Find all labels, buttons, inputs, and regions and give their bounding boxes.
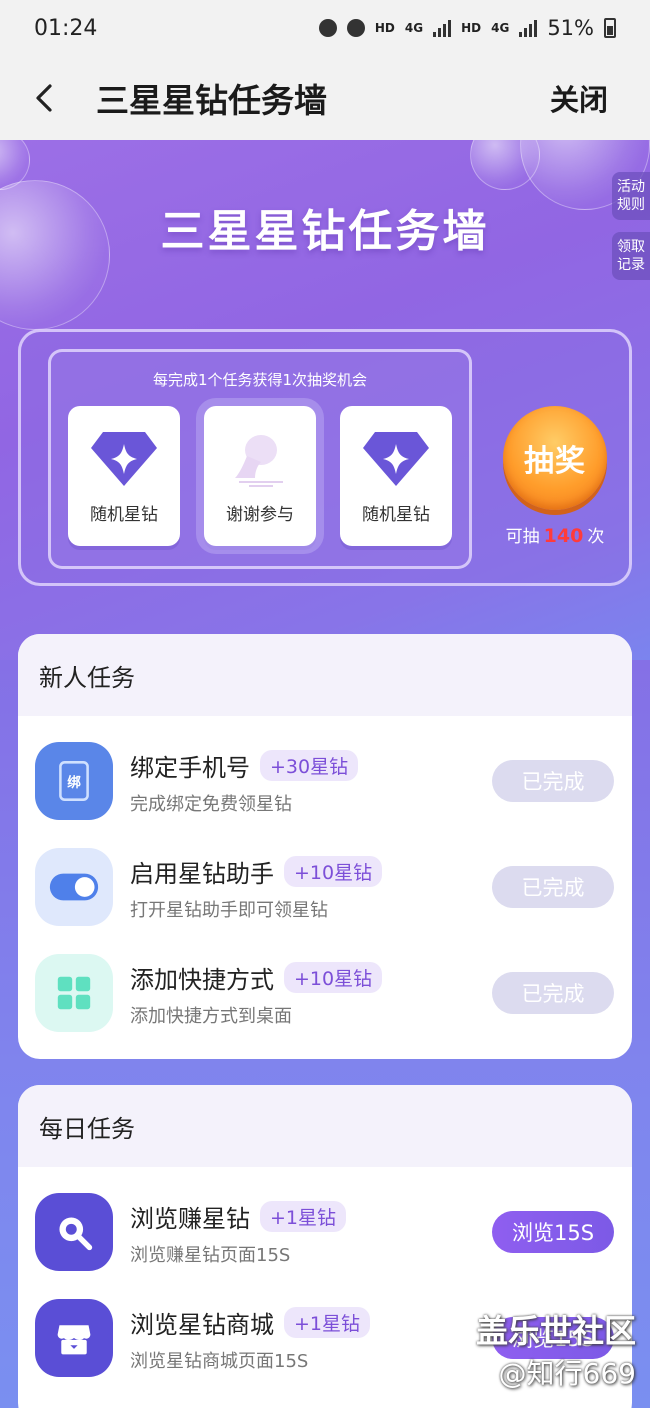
signal-icon (433, 19, 452, 37)
hero-title: 三星星钻任务墙 (160, 206, 490, 257)
net2-label: HD (461, 21, 482, 35)
watermark-line2: @知行669 (498, 1357, 636, 1390)
thanks-icon (235, 435, 283, 487)
reward-badge: +30星钻 (260, 750, 359, 781)
status-icons: HD 4G HD 4G 51% (318, 16, 616, 40)
prize-card: 随机星钻 (340, 406, 452, 546)
phone-bind-icon: 绑 (35, 742, 113, 820)
task-title-text: 浏览赚星钻 (130, 1205, 250, 1233)
reward-badge: +1星钻 (260, 1201, 347, 1232)
task-desc: 添加快捷方式到桌面 (130, 1006, 292, 1027)
task-desc: 打开星钻助手即可领星钻 (130, 900, 328, 921)
hero-banner: 三星星钻任务墙 活动 规则 领取 记录 每完成1个任务获得1次抽奖机会 随机星钻 (0, 140, 650, 660)
prize-label: 随机星钻 (362, 505, 430, 525)
task-title: 浏览星钻商城 +1星钻 (130, 1305, 371, 1340)
net2-type: 4G (491, 21, 510, 35)
draw-count-suffix: 次 (587, 527, 605, 547)
task-status-button[interactable]: 已完成 (492, 760, 614, 802)
battery-icon (604, 18, 616, 38)
task-browse-earn: 浏览赚星钻 +1星钻 浏览赚星钻页面15S 浏览15S (18, 1167, 632, 1273)
store-icon (35, 1299, 113, 1377)
task-title-text: 浏览星钻商城 (130, 1311, 274, 1339)
draw-count: 可抽 140 次 (491, 522, 619, 547)
signal-icon-2 (519, 19, 538, 37)
reward-badge: +1星钻 (284, 1307, 371, 1338)
lottery-panel: 每完成1个任务获得1次抽奖机会 随机星钻 谢谢参与 随机星钻 抽奖 可抽 140… (18, 329, 632, 586)
task-title: 绑定手机号 +30星钻 (130, 748, 359, 783)
task-enable-assistant: 启用星钻助手 +10星钻 打开星钻助手即可领星钻 已完成 (18, 822, 632, 928)
notification-icon (318, 19, 337, 37)
rules-tab-line1: 活动 (617, 179, 645, 195)
page-title: 三星星钻任务墙 (96, 81, 327, 120)
watermark-line1: 盖乐世社区 (475, 1312, 636, 1350)
toggle-icon (35, 848, 113, 926)
prize-card: 随机星钻 (68, 406, 180, 546)
records-tab-line2: 记录 (617, 257, 645, 273)
task-status-button[interactable]: 已完成 (492, 972, 614, 1014)
task-desc: 完成绑定免费领星钻 (130, 794, 292, 815)
rules-tab[interactable]: 活动 规则 (612, 172, 650, 220)
task-title-text: 绑定手机号 (130, 754, 250, 782)
alarm-icon (346, 19, 365, 37)
lottery-hint: 每完成1个任务获得1次抽奖机会 (152, 371, 368, 389)
status-time: 01:24 (34, 15, 98, 41)
draw-count-number: 140 (543, 525, 584, 547)
task-title: 添加快捷方式 +10星钻 (130, 960, 383, 995)
grid-icon (35, 954, 113, 1032)
records-tab-line1: 领取 (617, 239, 645, 255)
reward-badge: +10星钻 (284, 962, 383, 993)
records-tab[interactable]: 领取 记录 (612, 232, 650, 280)
browse-button[interactable]: 浏览15S (492, 1211, 614, 1253)
close-button[interactable]: 关闭 (550, 77, 608, 119)
diamond-icon (91, 432, 157, 486)
task-status-button[interactable]: 已完成 (492, 866, 614, 908)
app-header: 三星星钻任务墙 关闭 (0, 56, 650, 140)
task-desc: 浏览星钻商城页面15S (130, 1351, 309, 1372)
net1-label: HD (374, 21, 395, 35)
prize-label: 谢谢参与 (226, 505, 294, 525)
draw-button[interactable]: 抽奖 (503, 406, 607, 510)
daily-tasks-title: 每日任务 (18, 1085, 632, 1167)
rules-tab-line2: 规则 (617, 197, 645, 213)
back-arrow-icon (36, 84, 52, 112)
battery-percent: 51% (547, 16, 594, 40)
task-bind-phone: 绑 绑定手机号 +30星钻 完成绑定免费领星钻 已完成 (18, 716, 632, 822)
prize-card: 谢谢参与 (204, 406, 316, 546)
draw-count-prefix: 可抽 (505, 527, 540, 547)
prize-panel: 每完成1个任务获得1次抽奖机会 随机星钻 谢谢参与 随机星钻 (48, 349, 472, 569)
new-tasks-card: 新人任务 绑 绑定手机号 +30星钻 完成绑定免费领星钻 已完成 启用星钻助手 … (18, 634, 632, 1059)
task-add-shortcut: 添加快捷方式 +10星钻 添加快捷方式到桌面 已完成 (18, 928, 632, 1034)
reward-badge: +10星钻 (284, 856, 383, 887)
new-tasks-title: 新人任务 (18, 634, 632, 716)
net1-type: 4G (404, 21, 424, 35)
phone-bind-icon-text: 绑 (67, 774, 81, 791)
task-title: 启用星钻助手 +10星钻 (130, 854, 383, 889)
prize-label: 随机星钻 (90, 505, 158, 525)
status-bar: 01:24 HD 4G HD 4G 51% (0, 0, 650, 56)
search-browse-icon (35, 1193, 113, 1271)
task-title-text: 启用星钻助手 (130, 860, 274, 888)
diamond-icon (363, 432, 429, 486)
task-title-text: 添加快捷方式 (130, 966, 274, 994)
back-button[interactable] (0, 56, 90, 140)
task-title: 浏览赚星钻 +1星钻 (130, 1199, 347, 1234)
task-desc: 浏览赚星钻页面15S (130, 1245, 291, 1266)
